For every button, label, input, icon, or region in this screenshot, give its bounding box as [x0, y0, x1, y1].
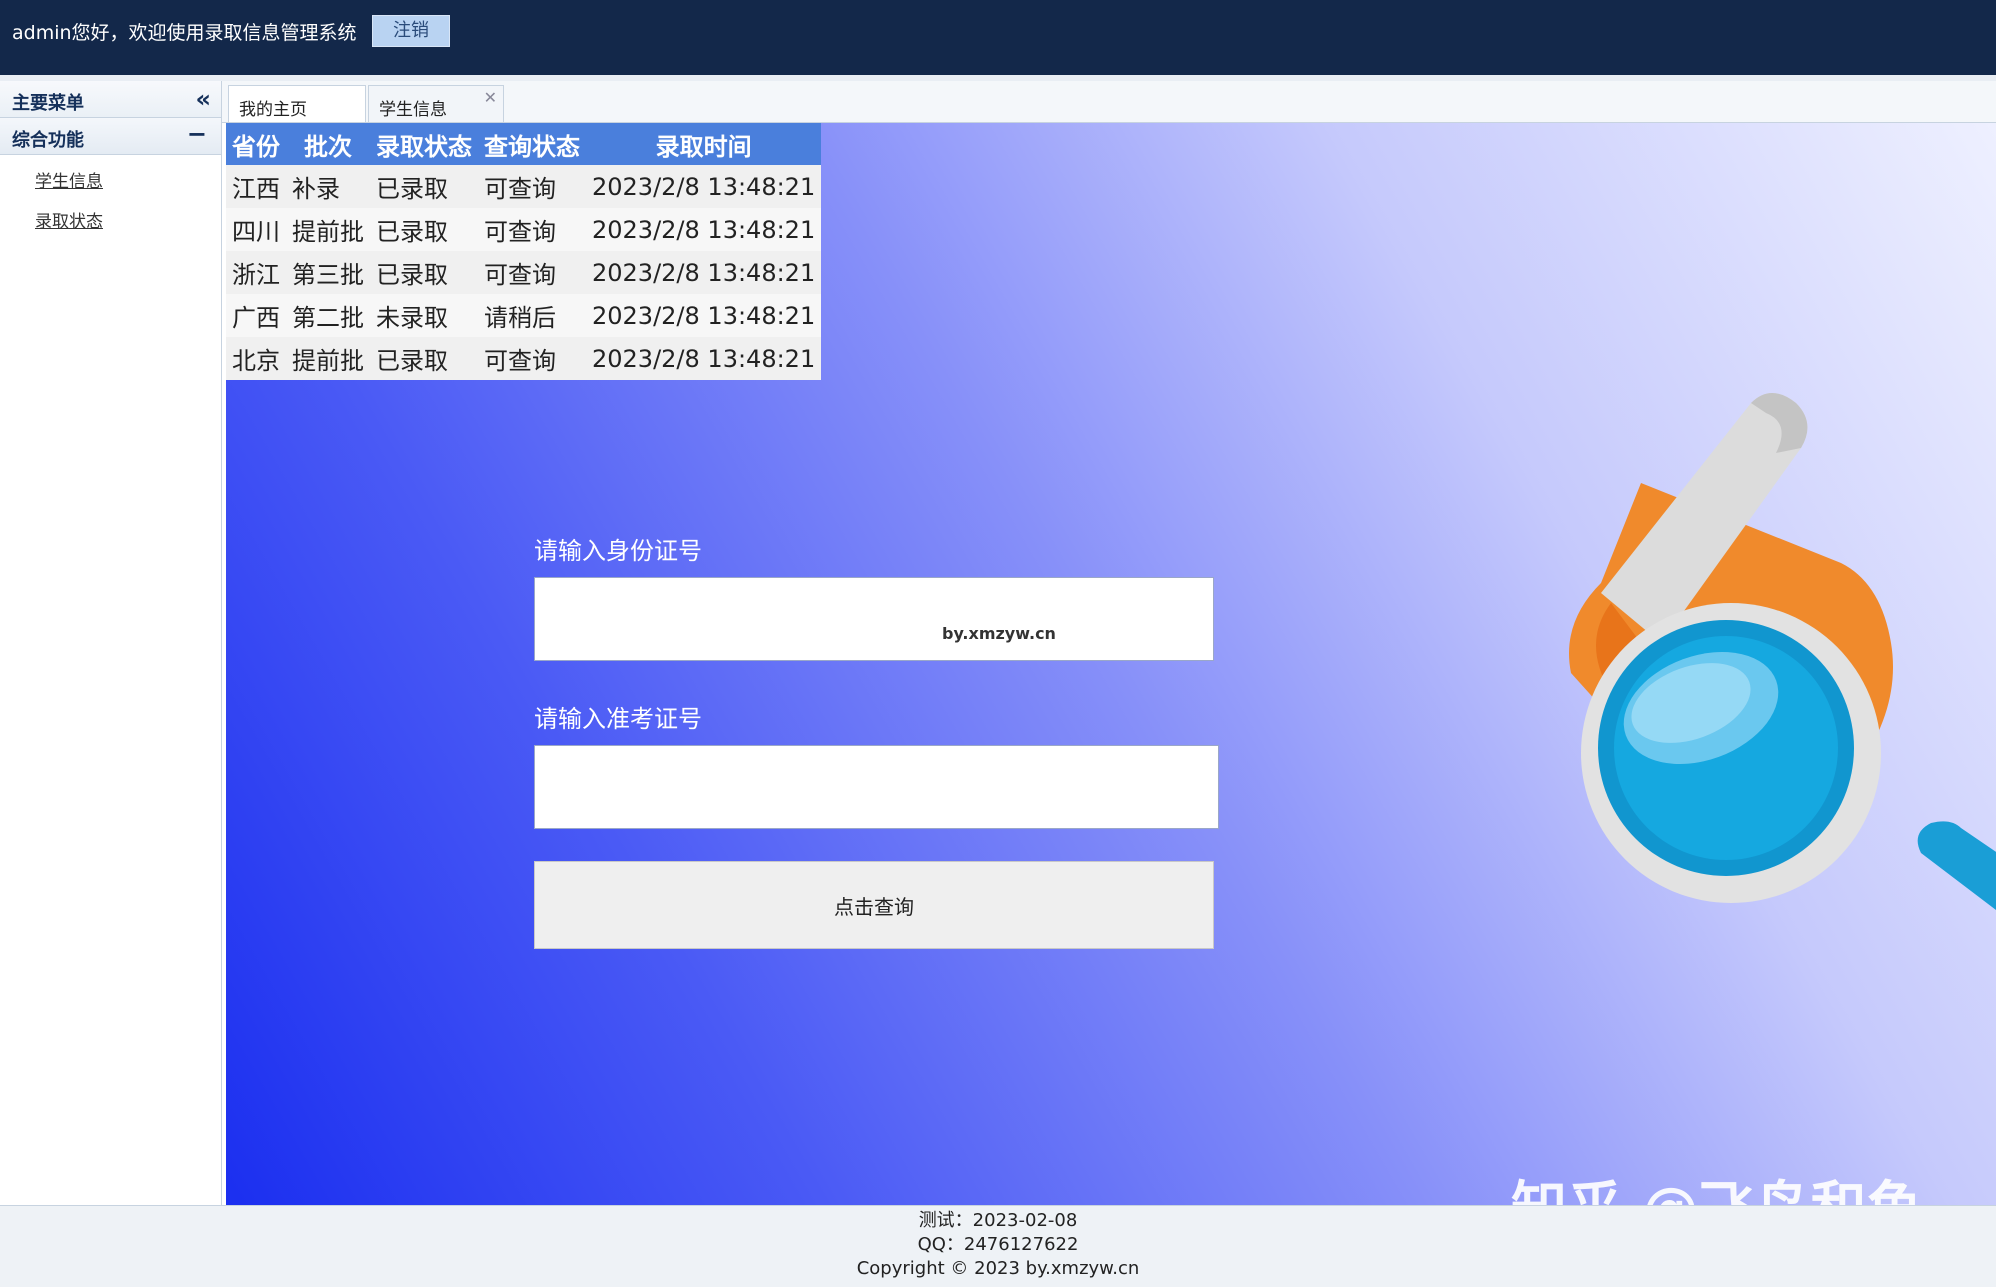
sidebar: 主要菜单 « 综合功能 − 学生信息 录取状态 — [0, 81, 222, 1205]
table-header-row: 省份 批次 录取状态 查询状态 录取时间 — [226, 123, 822, 165]
welcome-text: admin您好，欢迎使用录取信息管理系统 — [12, 22, 357, 44]
sidebar-group-header[interactable]: 综合功能 − — [0, 118, 221, 155]
table-cell: 第三批 — [292, 261, 364, 289]
table-cell: 2023/2/8 13:48:21 — [586, 294, 822, 337]
table-row: 江西 补录 已录取 可查询 2023/2/8 13:48:21 — [226, 165, 821, 208]
table-cell: 请稍后 — [478, 294, 586, 337]
query-button[interactable]: 点击查询 — [534, 861, 1214, 949]
close-icon[interactable]: ✕ — [484, 88, 497, 107]
admission-table: 省份 批次 录取状态 查询状态 录取时间 江西 补录 已录取 可查询 2023/… — [226, 123, 822, 380]
double-chevron-left-icon[interactable]: « — [195, 85, 211, 113]
main-content: 省份 批次 录取状态 查询状态 录取时间 江西 补录 已录取 可查询 2023/… — [226, 123, 1996, 1205]
table-cell: 浙江 — [232, 261, 280, 289]
id-number-label: 请输入身份证号 — [534, 537, 702, 565]
table-cell: 可查询 — [478, 208, 586, 251]
table-row: 北京 提前批 已录取 可查询 2023/2/8 13:48:21 — [226, 337, 821, 380]
sidebar-header: 主要菜单 « — [0, 81, 221, 118]
table-cell: 已录取 — [376, 347, 448, 375]
footer-test-date: 测试：2023-02-08 — [918, 1210, 1078, 1231]
tab-student-info[interactable]: 学生信息 ✕ — [368, 85, 504, 122]
table-cell: 可查询 — [484, 347, 556, 375]
tab-label: 学生信息 — [379, 100, 447, 120]
table-cell: 广西 — [226, 294, 286, 337]
sidebar-item-student-info[interactable]: 学生信息 — [35, 167, 221, 195]
column-header: 录取状态 — [370, 123, 478, 165]
column-header: 查询状态 — [478, 123, 586, 165]
table-cell: 补录 — [292, 175, 340, 203]
table-cell: 可查询 — [484, 175, 556, 203]
table-cell: 2023/2/8 13:48:21 — [592, 258, 816, 287]
footer: 测试：2023-02-08 QQ：2476127622 Copyright © … — [0, 1205, 1996, 1287]
table-cell: 2023/2/8 13:48:21 — [586, 208, 822, 251]
sidebar-item-admission-status[interactable]: 录取状态 — [35, 207, 221, 235]
table-row: 广西 第二批 未录取 请稍后 2023/2/8 13:48:21 — [226, 294, 822, 337]
table-cell: 北京 — [232, 347, 280, 375]
zhihu-watermark: 知乎 @飞鸟和鱼 — [1511, 1163, 1923, 1205]
tab-bar: 我的主页 学生信息 ✕ — [222, 81, 1996, 123]
table-cell: 四川 — [226, 208, 286, 251]
tab-home[interactable]: 我的主页 — [228, 85, 366, 122]
logout-button[interactable]: 注销 — [372, 15, 450, 47]
table-cell: 江西 — [232, 175, 280, 203]
table-cell: 2023/2/8 13:48:21 — [592, 172, 816, 201]
table-row: 浙江 第三批 已录取 可查询 2023/2/8 13:48:21 — [226, 251, 821, 294]
table-cell: 2023/2/8 13:48:21 — [592, 344, 816, 373]
table-cell: 已录取 — [370, 208, 478, 251]
table-cell: 已录取 — [376, 261, 448, 289]
minus-icon[interactable]: − — [187, 120, 207, 148]
table-cell: 提前批 — [286, 208, 370, 251]
table-cell: 未录取 — [370, 294, 478, 337]
column-header: 批次 — [286, 123, 370, 165]
exam-number-input[interactable] — [534, 745, 1219, 829]
column-header: 省份 — [226, 123, 286, 165]
magnifier-map-icon — [1569, 393, 1996, 910]
table-cell: 已录取 — [376, 175, 448, 203]
id-number-input[interactable] — [534, 577, 1214, 661]
table-cell: 第二批 — [286, 294, 370, 337]
footer-copyright: Copyright © 2023 by.xmzyw.cn — [856, 1258, 1140, 1279]
sidebar-title: 主要菜单 — [12, 93, 84, 114]
exam-number-label: 请输入准考证号 — [534, 705, 702, 733]
table-row: 四川 提前批 已录取 可查询 2023/2/8 13:48:21 — [226, 208, 822, 251]
table-cell: 提前批 — [292, 347, 364, 375]
top-header: admin您好，欢迎使用录取信息管理系统 注销 — [0, 0, 1996, 75]
sidebar-group-title: 综合功能 — [12, 130, 84, 151]
tab-label: 我的主页 — [239, 100, 307, 120]
column-header: 录取时间 — [586, 123, 822, 165]
footer-qq: QQ：2476127622 — [917, 1234, 1079, 1255]
table-cell: 可查询 — [484, 261, 556, 289]
